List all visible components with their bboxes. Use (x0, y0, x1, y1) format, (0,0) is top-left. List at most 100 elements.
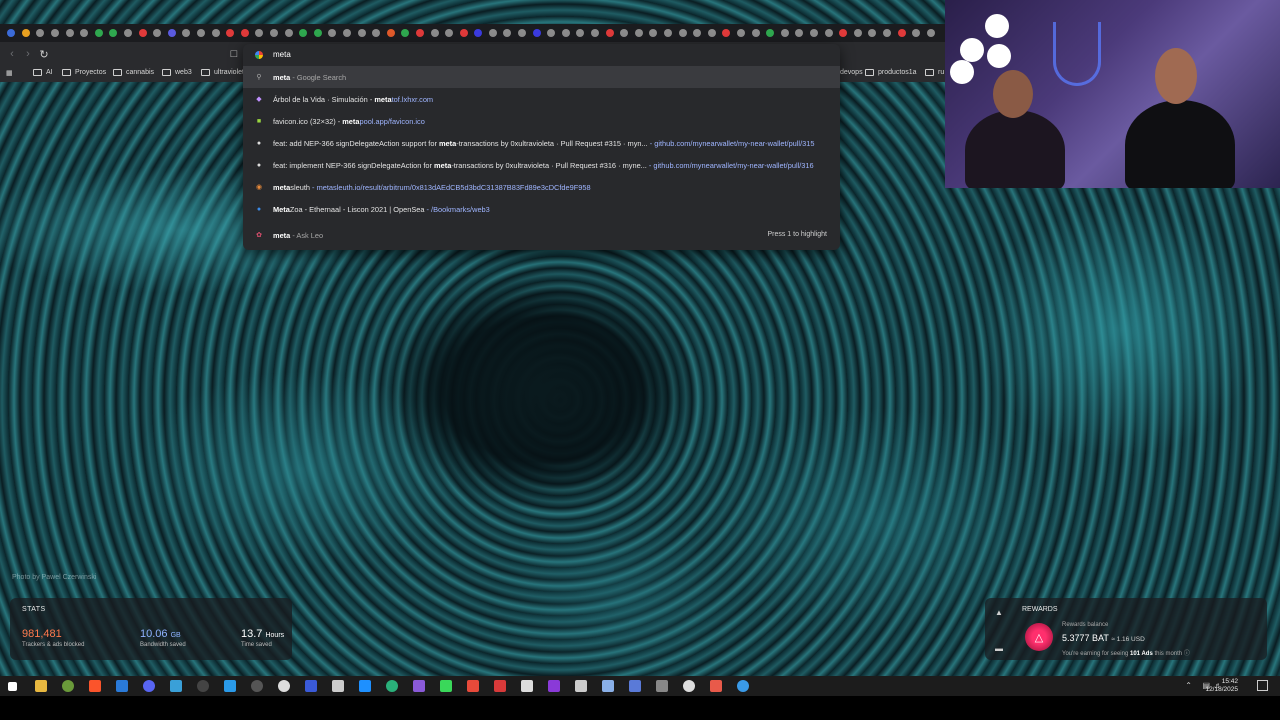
tab[interactable] (208, 24, 223, 42)
tab[interactable] (106, 24, 121, 42)
brave-browser-icon[interactable] (89, 680, 101, 692)
tab[interactable] (33, 24, 48, 42)
card-icon[interactable]: ▬ (995, 644, 1005, 654)
info-icon[interactable]: ⓘ (1184, 651, 1190, 657)
windows-start-icon[interactable] (8, 682, 17, 691)
tab[interactable] (515, 24, 530, 42)
tab[interactable] (529, 24, 544, 42)
bookmark-folder-ultraviolet[interactable]: ultraviolet (201, 69, 244, 76)
app-icon[interactable] (440, 680, 452, 692)
tab[interactable] (62, 24, 77, 42)
tab[interactable] (456, 24, 471, 42)
tray-chevron-icon[interactable]: ⌃ (1185, 681, 1192, 690)
bookmark-folder-devops[interactable]: devops (840, 69, 863, 76)
tab[interactable] (675, 24, 690, 42)
bookmark-folder-ru[interactable]: ru (925, 69, 944, 76)
tab[interactable] (4, 24, 19, 42)
tab[interactable] (923, 24, 938, 42)
app-icon[interactable] (467, 680, 479, 692)
omnibox-suggestion[interactable]: ◆ Árbol de la Vida · Simulación - metatof… (243, 88, 840, 110)
tab[interactable] (602, 24, 617, 42)
tab[interactable] (894, 24, 909, 42)
tab[interactable] (77, 24, 92, 42)
tab[interactable] (179, 24, 194, 42)
app-icon[interactable] (575, 680, 587, 692)
app-icon[interactable] (332, 680, 344, 692)
tab[interactable] (909, 24, 924, 42)
tab[interactable] (135, 24, 150, 42)
tab[interactable] (165, 24, 180, 42)
app-icon[interactable] (305, 680, 317, 692)
omnibox-suggestion[interactable]: ● feat: implement NEP-366 signDelegateAct… (243, 154, 840, 176)
tab[interactable] (281, 24, 296, 42)
tab[interactable] (821, 24, 836, 42)
tab[interactable] (325, 24, 340, 42)
tab[interactable] (252, 24, 267, 42)
tab[interactable] (632, 24, 647, 42)
tab[interactable] (836, 24, 851, 42)
omnibox-suggestion[interactable]: ■ favicon.ico (32×32) - metapool.app/favi… (243, 110, 840, 132)
tab[interactable] (121, 24, 136, 42)
obs-icon[interactable] (197, 680, 209, 692)
tab[interactable] (807, 24, 822, 42)
bookmark-folder-web3[interactable]: web3 (162, 69, 192, 76)
tab[interactable] (383, 24, 398, 42)
omnibox-suggestion[interactable]: ✿ meta - Ask Leo (243, 224, 840, 246)
tab[interactable] (486, 24, 501, 42)
apps-grid-icon[interactable]: ▦ (6, 69, 13, 77)
tab[interactable] (296, 24, 311, 42)
app-icon[interactable] (656, 680, 668, 692)
app-icon[interactable] (251, 680, 263, 692)
tab[interactable] (92, 24, 107, 42)
app-icon[interactable] (278, 680, 290, 692)
app-icon[interactable] (494, 680, 506, 692)
bookmark-icon[interactable]: □ (226, 46, 242, 62)
bookmark-folder-productos1a[interactable]: productos1a (865, 69, 917, 76)
chatgpt-icon[interactable] (683, 680, 695, 692)
tab[interactable] (646, 24, 661, 42)
tab[interactable] (442, 24, 457, 42)
tab[interactable] (777, 24, 792, 42)
tab[interactable] (500, 24, 515, 42)
tab[interactable] (19, 24, 34, 42)
tab[interactable] (340, 24, 355, 42)
tab[interactable] (354, 24, 369, 42)
app-icon[interactable] (62, 680, 74, 692)
address-bar[interactable]: meta (243, 44, 840, 66)
tab[interactable] (865, 24, 880, 42)
discord-icon[interactable] (143, 680, 155, 692)
bookmark-folder-ai[interactable]: AI (33, 69, 53, 76)
tab[interactable] (719, 24, 734, 42)
tab[interactable] (559, 24, 574, 42)
tab[interactable] (427, 24, 442, 42)
omnibox-suggestion[interactable]: ● MetaZoa - Ethernaal - Liscon 2021 | Ope… (243, 198, 840, 220)
tab[interactable] (792, 24, 807, 42)
stats-widget[interactable]: STATS 981,481 Trackers & ads blocked 10.… (10, 598, 292, 660)
tab[interactable] (850, 24, 865, 42)
tab[interactable] (398, 24, 413, 42)
tab[interactable] (413, 24, 428, 42)
notification-icon[interactable] (1257, 680, 1268, 691)
tab[interactable] (734, 24, 749, 42)
back-arrow-icon[interactable]: ‹ (4, 46, 20, 62)
tab[interactable] (617, 24, 632, 42)
app-icon[interactable] (629, 680, 641, 692)
app-icon[interactable] (224, 680, 236, 692)
address-input[interactable]: meta (273, 50, 291, 59)
app-icon[interactable] (116, 680, 128, 692)
forward-arrow-icon[interactable]: › (20, 46, 36, 62)
tab[interactable] (194, 24, 209, 42)
omnibox-suggestion[interactable]: ⚲ meta - Google Search (243, 66, 840, 88)
tab[interactable] (369, 24, 384, 42)
clock[interactable]: 15:42 12/18/2025 (1205, 678, 1238, 694)
triangle-icon[interactable]: ▲ (995, 608, 1005, 618)
tab[interactable] (705, 24, 720, 42)
tab[interactable] (150, 24, 165, 42)
app-icon[interactable] (170, 680, 182, 692)
tab[interactable] (267, 24, 282, 42)
tab[interactable] (661, 24, 676, 42)
app-icon[interactable] (548, 680, 560, 692)
omnibox-suggestion[interactable]: ● feat: add NEP-366 signDelegateAction su… (243, 132, 840, 154)
tab[interactable] (573, 24, 588, 42)
tab[interactable] (310, 24, 325, 42)
